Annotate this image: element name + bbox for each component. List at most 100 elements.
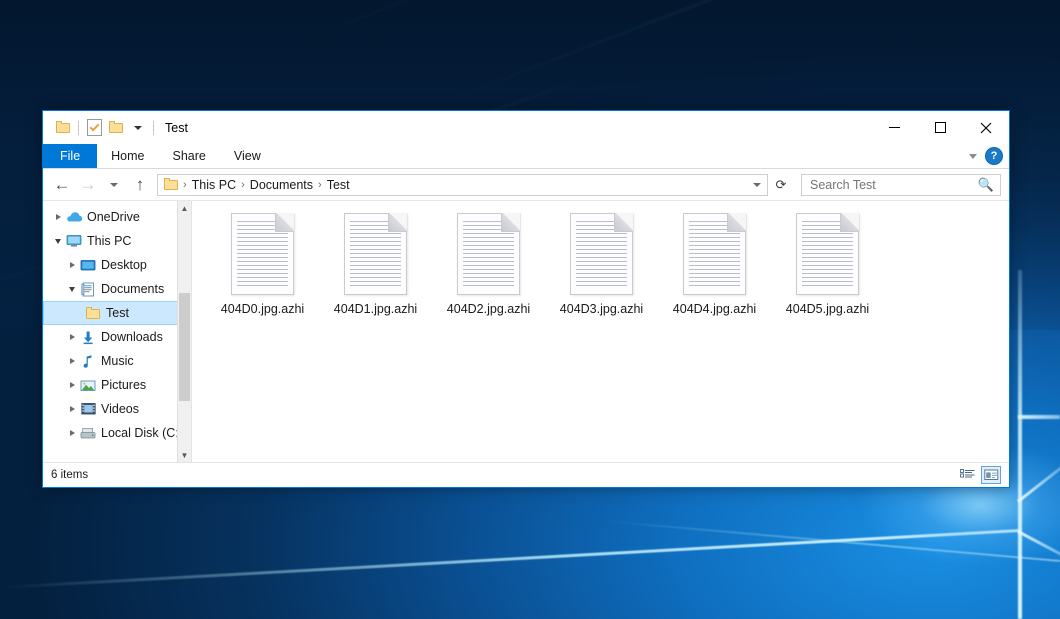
breadcrumb-item-documents[interactable]: Documents [246,178,317,192]
file-grid: 404D0.jpg.azhi 404D1.jpg.azhi 404D2.jpg.… [206,209,1009,316]
large-icons-view-button[interactable] [981,466,1001,484]
sidebar-item-downloads[interactable]: Downloads [43,325,191,349]
cloud-icon [65,209,83,225]
help-icon[interactable]: ? [985,147,1003,165]
collapse-chevron-icon[interactable] [65,277,79,301]
expand-ribbon-chevron-icon[interactable] [969,154,977,159]
scrollbar-thumb[interactable] [179,293,190,401]
sidebar-item-label: Desktop [101,258,147,272]
maximize-button[interactable] [917,111,963,144]
generic-file-icon [231,213,294,295]
ribbon-tab-strip: File Home Share View ? [43,144,1009,169]
refresh-icon[interactable]: ⟳ [768,172,794,198]
file-name-label: 404D3.jpg.azhi [560,302,643,316]
tab-share[interactable]: Share [159,144,220,168]
sidebar-item-this-pc[interactable]: This PC [43,229,191,253]
sidebar-item-local-disk-c[interactable]: Local Disk (C:) [43,421,191,445]
music-icon [79,353,97,369]
videos-icon [79,401,97,417]
search-icon[interactable]: 🔍 [978,177,994,193]
recent-locations-chevron-icon[interactable] [101,172,127,198]
toolbar-divider [78,121,79,135]
window-title: Test [165,121,188,135]
sidebar-item-documents[interactable]: Documents [43,277,191,301]
back-button[interactable]: ← [49,172,75,198]
file-explorer-window: Test File Home Share View ? ← → ↑ › This… [42,110,1010,488]
generic-file-icon [796,213,859,295]
documents-icon [79,281,97,297]
sidebar-item-label: This PC [87,234,131,248]
sidebar-item-videos[interactable]: Videos [43,397,191,421]
file-item[interactable]: 404D0.jpg.azhi [206,209,319,316]
generic-file-icon [457,213,520,295]
file-item[interactable]: 404D5.jpg.azhi [771,209,884,316]
file-item[interactable]: 404D3.jpg.azhi [545,209,658,316]
navigation-pane-scrollbar[interactable]: ▲ ▼ [177,201,191,462]
sidebar-item-test[interactable]: Test [43,301,191,325]
scroll-down-arrow-icon[interactable]: ▼ [178,448,191,462]
address-toolbar: ← → ↑ › This PC › Documents › Test ⟳ 🔍 [43,169,1009,200]
customize-chevron-icon[interactable] [127,117,149,139]
file-name-label: 404D0.jpg.azhi [221,302,304,316]
sidebar-item-label: Music [101,354,134,368]
up-button[interactable]: ↑ [127,172,153,198]
downloads-icon [79,329,97,345]
sidebar-item-label: Videos [101,402,139,416]
search-box[interactable]: 🔍 [801,174,1001,196]
folder-icon[interactable] [52,117,74,139]
new-folder-icon[interactable] [105,117,127,139]
expand-chevron-icon[interactable] [65,253,79,277]
status-bar: 6 items [43,462,1009,487]
windows-logo-mullion-vertical [1018,270,1022,619]
file-item[interactable]: 404D1.jpg.azhi [319,209,432,316]
expand-chevron-icon[interactable] [65,325,79,349]
pictures-icon [79,377,97,393]
sidebar-item-desktop[interactable]: Desktop [43,253,191,277]
window-body: OneDrive This PC [43,200,1009,462]
file-list-view[interactable]: 404D0.jpg.azhi 404D1.jpg.azhi 404D2.jpg.… [192,201,1009,462]
close-button[interactable] [963,111,1009,144]
scroll-up-arrow-icon[interactable]: ▲ [178,201,191,215]
sidebar-item-label: Pictures [101,378,146,392]
sidebar-item-label: Documents [101,282,164,296]
file-item[interactable]: 404D2.jpg.azhi [432,209,545,316]
breadcrumb-right-controls [753,183,763,187]
quick-access-toolbar [43,117,158,139]
collapse-chevron-icon[interactable] [51,229,65,253]
breadcrumb-item-this-pc[interactable]: This PC [188,178,240,192]
generic-file-icon [570,213,633,295]
windows-logo-mullion-horizontal [1018,415,1060,419]
tab-view[interactable]: View [220,144,275,168]
details-view-button[interactable] [957,466,977,484]
minimize-button[interactable] [871,111,917,144]
tab-home[interactable]: Home [97,144,158,168]
sidebar-item-onedrive[interactable]: OneDrive [43,205,191,229]
breadcrumb-item-test[interactable]: Test [323,178,354,192]
sidebar-item-music[interactable]: Music [43,349,191,373]
desktop-icon [79,257,97,273]
expand-chevron-icon[interactable] [65,349,79,373]
sidebar-item-label: Downloads [101,330,163,344]
ribbon-right-controls: ? [969,144,1003,168]
sidebar-item-label: OneDrive [87,210,140,224]
window-controls [871,111,1009,144]
monitor-icon [65,233,83,249]
expand-chevron-icon[interactable] [65,397,79,421]
forward-button: → [75,172,101,198]
breadcrumb[interactable]: › This PC › Documents › Test [157,174,768,196]
toolbar-divider [153,121,154,135]
previous-locations-chevron-icon[interactable] [753,183,761,187]
tab-file[interactable]: File [43,144,97,168]
expand-chevron-icon[interactable] [65,421,79,445]
disk-icon [79,425,97,441]
sidebar-item-pictures[interactable]: Pictures [43,373,191,397]
breadcrumb-folder-icon [164,178,179,191]
sidebar-item-label: Test [106,306,129,320]
file-item[interactable]: 404D4.jpg.azhi [658,209,771,316]
properties-icon[interactable] [83,117,105,139]
expand-chevron-icon[interactable] [65,373,79,397]
search-input[interactable] [808,177,978,193]
expand-chevron-icon[interactable] [51,205,65,229]
sidebar-item-label: Local Disk (C:) [101,426,183,440]
file-name-label: 404D1.jpg.azhi [334,302,417,316]
